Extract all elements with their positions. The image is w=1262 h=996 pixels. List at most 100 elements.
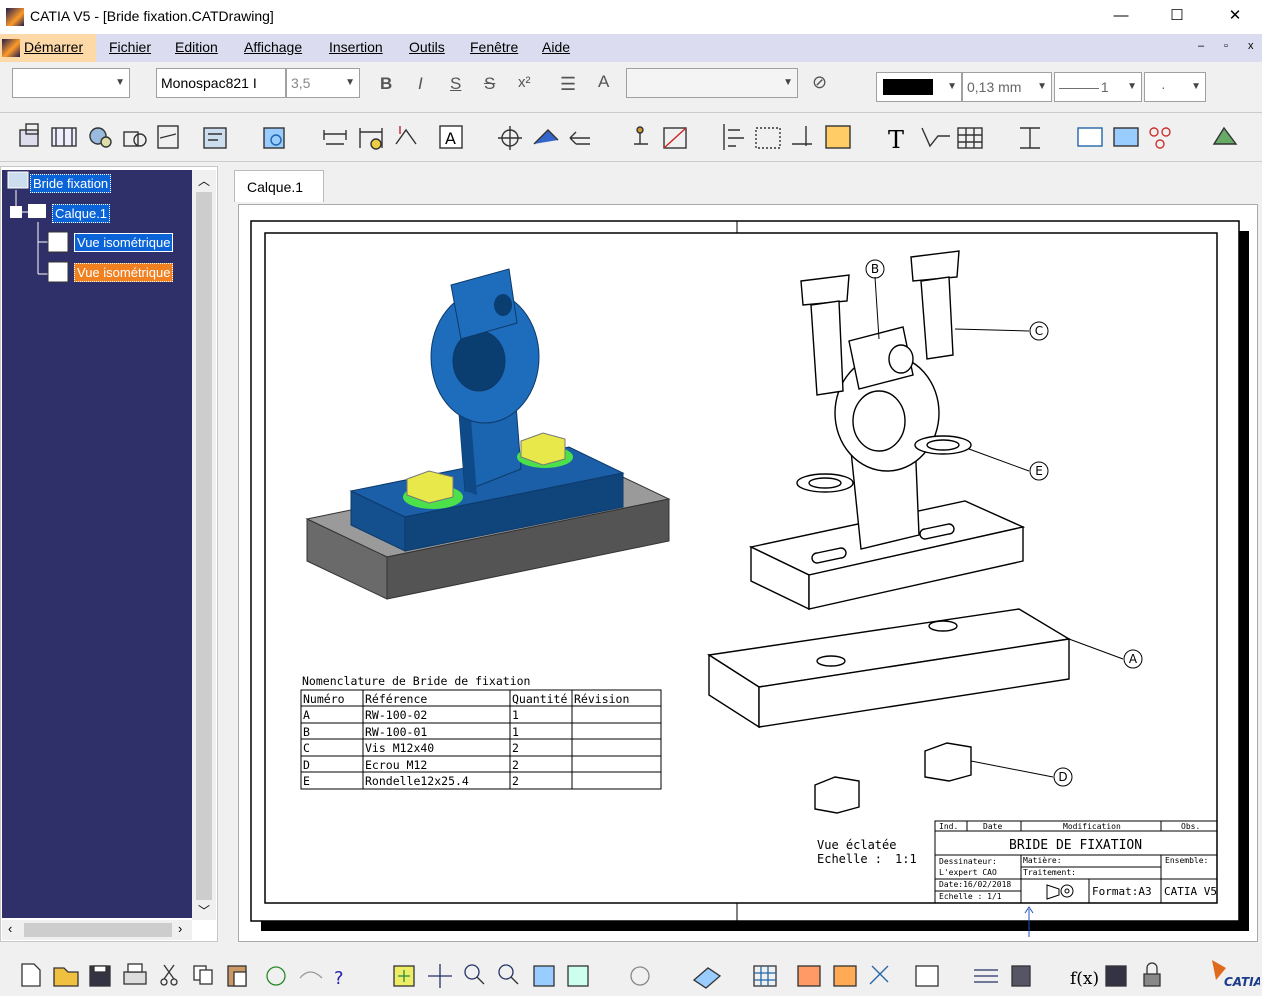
bom-cell: Vis M12x40	[365, 741, 434, 755]
text-properties-select[interactable]: ▼	[626, 68, 798, 98]
grid-icon	[1113, 127, 1139, 147]
scroll-up-icon[interactable]: ︿	[198, 172, 210, 189]
line-color-select[interactable]: ▼	[876, 72, 962, 102]
tree-item-sheet[interactable]: Calque.1	[52, 204, 111, 223]
close-button[interactable]: ✕	[1212, 0, 1258, 32]
tb-date-value: Date:16/02/2018	[939, 880, 1011, 889]
chain-dimension-icon	[359, 128, 383, 150]
bom-cell: 2	[512, 758, 519, 772]
balloon-e: E	[1035, 464, 1043, 478]
bom-cell: 2	[512, 741, 519, 755]
tb-echelle: Echelle : 1/1	[939, 892, 1002, 901]
tree-vertical-scrollbar[interactable]: ︿ ﹀	[192, 170, 216, 920]
tb-title: BRIDE DE FIXATION	[1009, 838, 1142, 853]
pan-icon	[428, 964, 452, 988]
menu-aide[interactable]: Aide	[542, 39, 570, 55]
menu-demarrer[interactable]: Démarrer	[24, 39, 83, 55]
scroll-down-icon[interactable]: ﹀	[198, 902, 210, 919]
align-center-icon	[755, 127, 781, 149]
line-weight-select[interactable]: 0,13 mm ▼	[962, 72, 1052, 102]
maximize-button[interactable]: ☐	[1154, 0, 1200, 32]
tree-item-view-1[interactable]: Vue isométrique	[74, 233, 174, 252]
tb-modification: Modification	[1063, 822, 1121, 831]
doc-restore-button[interactable]: ▫	[1224, 40, 1228, 52]
dimension-style-icon[interactable]: ⊘	[812, 72, 827, 93]
drawing-sheet: B C E A D Nomenclature de Bride de fixat…	[250, 220, 1249, 937]
view-icon	[47, 261, 69, 283]
section-view-icon	[51, 127, 77, 147]
tb-date: Date	[983, 822, 1002, 831]
hide-show-icon	[692, 967, 722, 989]
title-bar: CATIA V5 - [Bride fixation.CATDrawing] —…	[0, 0, 1262, 34]
scroll-left-icon[interactable]: ‹	[8, 921, 12, 936]
new-file-icon	[21, 963, 41, 987]
tb-traitement: Traitement:	[1023, 868, 1076, 877]
link-icon	[1149, 127, 1171, 149]
bom-title: Nomenclature de Bride de fixation	[302, 674, 530, 688]
tb-author: L'expert CAO	[939, 868, 997, 877]
line-type-select[interactable]: ——— 1 ▼	[1054, 72, 1142, 102]
grid-snap-icon	[753, 965, 777, 987]
zoom-out-icon	[498, 964, 519, 985]
bom-cell: B	[303, 725, 310, 739]
tb-matiere: Matière:	[1023, 855, 1062, 865]
scroll-right-icon[interactable]: ›	[178, 921, 182, 936]
menu-outils[interactable]: Outils	[409, 39, 445, 55]
workbench-icon	[1212, 126, 1238, 145]
svg-text:f(x): f(x)	[1070, 969, 1099, 989]
point-select[interactable]: · ▼	[1144, 72, 1206, 102]
italic-button[interactable]: I	[418, 74, 423, 94]
lock-icon	[1143, 962, 1161, 987]
dimension-icon	[323, 130, 347, 145]
doc-close-button[interactable]: x	[1248, 40, 1254, 52]
menu-fichier[interactable]: Fichier	[109, 39, 151, 55]
window-title: CATIA V5 - [Bride fixation.CATDrawing]	[30, 8, 274, 24]
align-right-icon	[792, 126, 812, 146]
table-editor-icon	[1105, 965, 1127, 987]
scroll-thumb[interactable]	[196, 192, 212, 900]
underline-button[interactable]: S	[450, 74, 461, 94]
font-select[interactable]: Monospac821 I	[156, 68, 286, 98]
bold-button[interactable]: B	[380, 74, 392, 94]
doc-minimize-button[interactable]: –	[1198, 40, 1204, 52]
drawing-canvas[interactable]: B C E A D Nomenclature de Bride de fixat…	[238, 204, 1258, 942]
save-icon	[89, 965, 111, 987]
cut-icon	[160, 964, 178, 986]
bom-cell: D	[303, 758, 310, 772]
balloon-b: B	[871, 262, 879, 276]
analysis-icon	[797, 965, 821, 987]
dressup-icon	[263, 127, 285, 149]
tb-ensemble: Ensemble:	[1165, 856, 1208, 865]
strikethrough-button[interactable]: S	[484, 74, 495, 94]
sheet-icon	[28, 204, 46, 218]
axis-icon	[663, 127, 687, 149]
bom-cell: Rondelle12x25.4	[365, 774, 469, 788]
start-menu[interactable]: Démarrer	[0, 34, 96, 62]
sheet-tab[interactable]: Calque.1	[234, 170, 324, 202]
menu-edition[interactable]: Edition	[175, 39, 218, 55]
bom-cell: 2	[512, 774, 519, 788]
svg-text:T: T	[888, 126, 904, 154]
font-size-select[interactable]: 3,5 ▼	[286, 68, 360, 98]
update-icon	[266, 966, 286, 986]
standard-toolbar-icons: ? f(x)	[21, 962, 1161, 989]
scroll-h-thumb[interactable]	[24, 923, 172, 937]
text-frame-icon[interactable]: A	[598, 72, 609, 92]
style-select[interactable]: ▼	[12, 68, 130, 98]
align-left-icon	[723, 124, 744, 150]
minimize-button[interactable]: —	[1098, 0, 1144, 32]
datum-icon	[921, 127, 950, 148]
menu-fenetre[interactable]: Fenêtre	[470, 39, 518, 55]
menu-affichage[interactable]: Affichage	[244, 39, 302, 55]
tree-horizontal-scrollbar[interactable]: ‹ ›	[2, 920, 192, 940]
position-icon	[1020, 127, 1040, 149]
tb-ind: Ind.	[939, 822, 958, 831]
tree-item-view-2[interactable]: Vue isométrique	[74, 263, 174, 282]
menu-insertion[interactable]: Insertion	[329, 39, 383, 55]
front-view-icon	[19, 123, 39, 147]
bom-cell: E	[303, 774, 310, 788]
justify-icon[interactable]: ☰	[560, 74, 576, 95]
tree-item-root[interactable]: Bride fixation	[30, 174, 112, 193]
tb-obs: Obs.	[1181, 822, 1200, 831]
superscript-button[interactable]: x²	[518, 74, 531, 91]
